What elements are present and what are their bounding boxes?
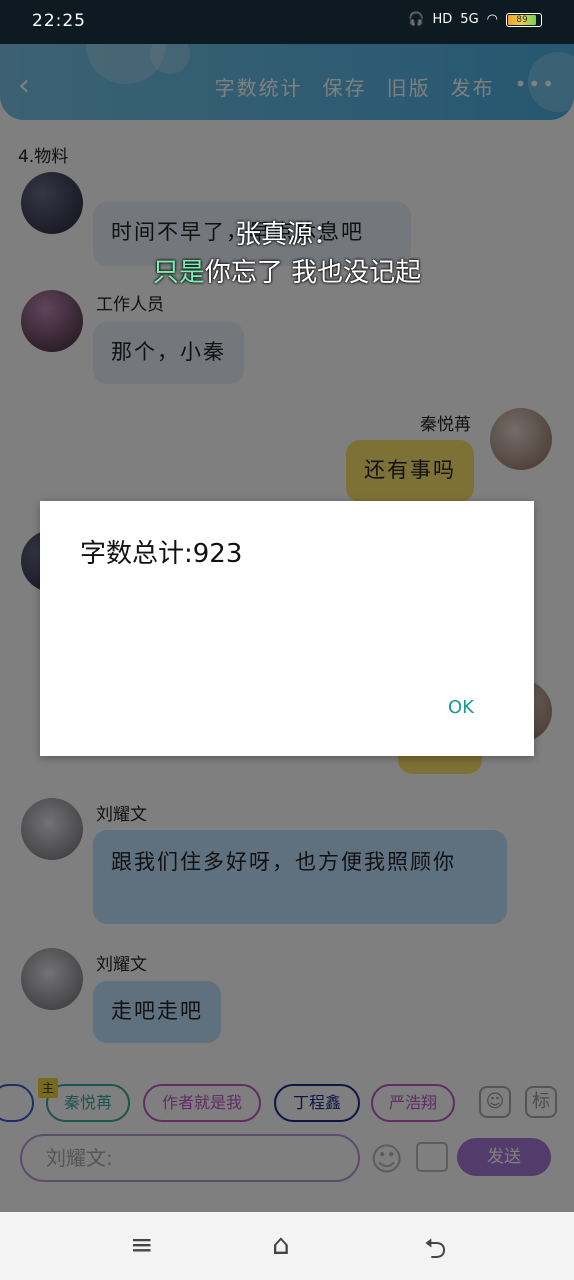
caption-line-2: 只是你忘了 我也没记起 [0, 252, 574, 289]
menu-icon[interactable]: ≡ [130, 1228, 153, 1261]
battery-level: 89 [508, 14, 536, 25]
caption-highlight: 只是 [152, 258, 205, 288]
back-icon[interactable]: ⮌ [424, 1228, 446, 1276]
wifi-icon: ◠ [486, 12, 498, 27]
status-icons: 🎧 HD 5G ◠ 89 [408, 12, 542, 27]
hd-icon: HD [432, 12, 453, 27]
battery-icon: 89 [506, 12, 542, 27]
caption-line-1: 张真源： [234, 220, 339, 250]
ok-button[interactable]: OK [448, 697, 474, 718]
caption-rest: 你忘了 我也没记起 [204, 258, 422, 288]
home-icon[interactable]: ⌂ [272, 1228, 290, 1261]
word-count-dialog: 字数总计:923 OK [40, 501, 534, 756]
5g-signal-icon: 5G [460, 12, 479, 27]
system-nav-bar: ≡ ⌂ ⮌ [0, 1212, 574, 1280]
dialog-message: 字数总计:923 [80, 539, 243, 569]
status-bar: 22:25 🎧 HD 5G ◠ 89 [0, 0, 574, 44]
headphones-icon: 🎧 [408, 12, 425, 27]
clock: 22:25 [32, 11, 86, 31]
